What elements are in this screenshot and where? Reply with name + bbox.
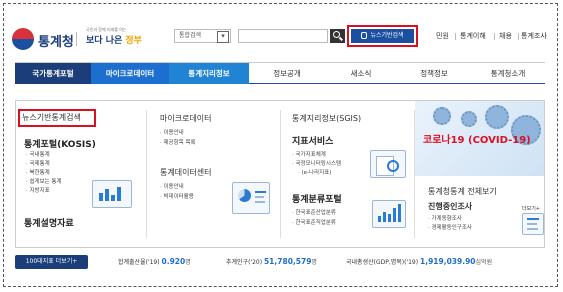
stat-fertility-unit: 명 xyxy=(185,259,191,266)
util-link-understanding[interactable]: 통계이해 xyxy=(460,31,486,41)
site-logo-text[interactable]: 통계청 xyxy=(38,31,74,50)
nav-disclosure[interactable]: 정보공개 xyxy=(249,63,325,84)
survey-item-household[interactable]: 가계동향조사 xyxy=(428,216,462,224)
monitor-chart-icon xyxy=(92,180,132,208)
survey-item-employment[interactable]: 경제활동인구조사 xyxy=(428,225,472,233)
stat-population-unit: 명 xyxy=(311,259,317,266)
search-scope-value: 통합검색 xyxy=(179,32,202,39)
stat-gdp[interactable]: 국내총생산(GDP,명목)('19) 1,919,039.90십억원 xyxy=(346,256,492,269)
stat-gdp-label: 국내총생산(GDP,명목)('19) xyxy=(346,259,419,266)
nav-about[interactable]: 통계청소개 xyxy=(471,63,545,84)
stat-gdp-value: 1,919,039.90 xyxy=(420,257,476,266)
util-divider xyxy=(494,33,495,40)
util-link-civil[interactable]: 민원 xyxy=(436,31,449,41)
news-stat-search-link[interactable]: 뉴스기반통계검색 xyxy=(22,111,81,125)
nav-kosis[interactable]: 국가통계포털 xyxy=(15,63,91,84)
classification-portal-title[interactable]: 통계분류포털 xyxy=(292,192,342,205)
column-divider xyxy=(146,110,147,238)
ongoing-surveys-title: 진행중인조사 xyxy=(428,202,473,211)
all-stats-link[interactable]: 통계청통계 전체보기 xyxy=(428,186,497,197)
virus-icon xyxy=(461,111,477,127)
nav-microdata[interactable]: 마이크로데이터 xyxy=(91,63,169,84)
classification-item-occupation[interactable]: 한국표준직업분류 xyxy=(292,220,336,228)
stat-population-value: 51,780,579 xyxy=(263,257,312,266)
news-search-label: 뉴스기반검색 xyxy=(370,32,404,39)
indicator-service-title[interactable]: 지표서비스 xyxy=(292,134,333,147)
kosis-item-domestic[interactable]: 국내통계 xyxy=(26,152,50,160)
indicator-item-national[interactable]: 국가지표체계 xyxy=(292,152,326,160)
nav-policy[interactable]: 정책정보 xyxy=(397,63,471,84)
main-navigation: 국가통계포털 마이크로데이터 통계지리정보 정보공개 새소식 정책정보 통계청소… xyxy=(15,62,545,84)
taegeuk-logo-icon[interactable] xyxy=(12,28,34,50)
chevron-down-icon: ▾ xyxy=(217,31,229,43)
stat-gdp-unit: 십억원 xyxy=(475,259,493,266)
slogan-main: 보다 나은 xyxy=(86,36,123,46)
datacenter-item-bigdata[interactable]: 빅데이터활용 xyxy=(160,194,194,202)
kosis-item-regional[interactable]: 지방지표 xyxy=(26,188,50,196)
covid-banner-label[interactable]: 코로나19 (COVID-19) xyxy=(423,131,531,146)
virus-icon xyxy=(433,107,451,125)
util-divider xyxy=(455,33,456,40)
datacenter-title[interactable]: 통계데이터센터 xyxy=(160,167,212,178)
news-search-button-highlight[interactable]: 뉴스기반검색 xyxy=(347,25,418,47)
kosis-item-northkorea[interactable]: 북한통계 xyxy=(26,170,50,178)
database-icon xyxy=(361,32,368,39)
stat-fertility[interactable]: 합계출산율('19) 0.920명 xyxy=(118,256,191,269)
util-link-surveys[interactable]: 통계조사 xyxy=(521,31,547,41)
classification-item-industry[interactable]: 한국표준산업분류 xyxy=(292,210,336,218)
kosis-item-easy[interactable]: 쉽게보는 통계 xyxy=(26,179,62,187)
microdata-item-guide[interactable]: 이용안내 xyxy=(160,130,184,138)
kosis-title[interactable]: 통계포털(KOSIS) xyxy=(24,137,96,150)
surveys-more-link[interactable]: 더보기+ xyxy=(522,205,540,212)
virus-icon xyxy=(485,105,509,129)
top100-indicators-button[interactable]: 100대지표 더보기+ xyxy=(15,255,88,269)
growth-chart-icon xyxy=(372,200,406,228)
magnifier-document-icon xyxy=(370,150,406,178)
microdata-title[interactable]: 마이크로데이터 xyxy=(160,113,212,124)
stat-population-label: 추계인구('20) xyxy=(226,259,263,266)
slogan: 보다 나은 정부 xyxy=(86,33,142,46)
news-search-button[interactable]: 뉴스기반검색 xyxy=(351,29,414,43)
column-divider xyxy=(280,110,281,238)
util-link-careers[interactable]: 채용 xyxy=(499,31,512,41)
microdata-item-list[interactable]: 제공항목 목록 xyxy=(160,140,196,148)
indicator-item-monitoring[interactable]: 국정모니터링시스템 xyxy=(292,161,342,169)
nav-news[interactable]: 새소식 xyxy=(325,63,397,84)
survey-form-icon xyxy=(522,213,544,235)
slogan-accent: 정부 xyxy=(125,36,142,46)
search-button[interactable] xyxy=(330,29,345,43)
sgis-title[interactable]: 통계지리정보(SGIS) xyxy=(292,113,361,124)
stat-fertility-label: 합계출산율('19) xyxy=(118,259,160,266)
stat-description-link[interactable]: 통계설명자료 xyxy=(24,216,74,229)
stat-fertility-value: 0.920 xyxy=(161,257,186,266)
presentation-chart-icon xyxy=(232,182,270,214)
search-input[interactable] xyxy=(238,29,328,43)
search-icon-handle xyxy=(339,36,343,41)
util-divider xyxy=(518,33,519,40)
kosis-item-international[interactable]: 국제통계 xyxy=(26,161,50,169)
indicator-item-enara[interactable]: (e-나라지표) xyxy=(298,170,332,178)
logo-divider xyxy=(76,32,77,46)
stat-population[interactable]: 추계인구('20) 51,780,579명 xyxy=(226,256,317,269)
datacenter-item-guide[interactable]: 이용안내 xyxy=(160,184,184,192)
search-scope-select[interactable]: 통합검색 ▾ xyxy=(174,29,231,43)
nav-sgis[interactable]: 통계지리정보 xyxy=(169,63,249,84)
